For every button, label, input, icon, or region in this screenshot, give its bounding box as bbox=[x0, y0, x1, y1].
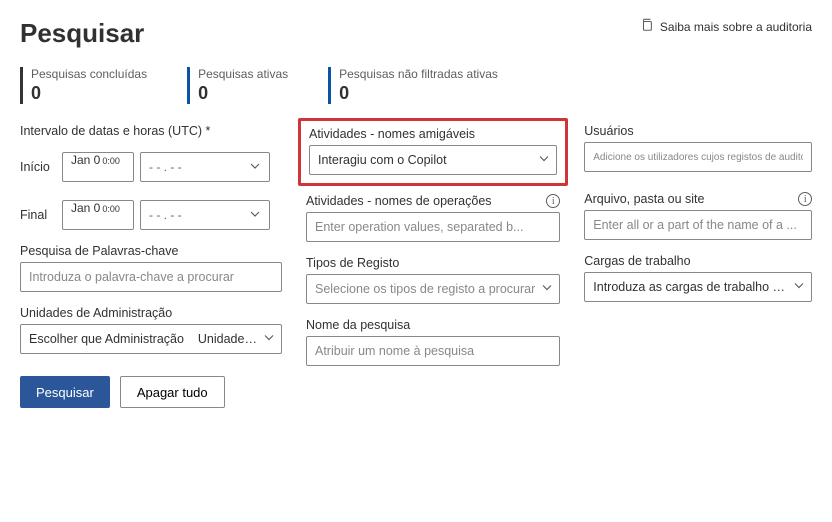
end-time-select[interactable]: - - . - - bbox=[140, 200, 270, 230]
activities-ops-input[interactable] bbox=[306, 212, 560, 242]
stat-value: 0 bbox=[339, 83, 498, 104]
learn-more-link[interactable]: Saiba mais sobre a auditoria bbox=[640, 18, 812, 35]
learn-more-label: Saiba mais sobre a auditoria bbox=[660, 20, 812, 34]
stat-label: Pesquisas não filtradas ativas bbox=[339, 67, 498, 81]
workloads-label: Cargas de trabalho bbox=[584, 254, 812, 268]
info-icon[interactable]: i bbox=[546, 194, 560, 208]
file-label: Arquivo, pasta ou site bbox=[584, 192, 704, 206]
chevron-down-icon bbox=[793, 280, 805, 295]
stat-completed: Pesquisas concluídas 0 bbox=[20, 67, 147, 104]
stat-unfiltered: Pesquisas não filtradas ativas 0 bbox=[328, 67, 498, 104]
stat-label: Pesquisas concluídas bbox=[31, 67, 147, 81]
workloads-select[interactable]: Introduza as cargas de trabalho a procur… bbox=[584, 272, 812, 302]
stat-value: 0 bbox=[31, 83, 147, 104]
search-name-input[interactable] bbox=[306, 336, 560, 366]
stat-label: Pesquisas ativas bbox=[198, 67, 288, 81]
start-label: Início bbox=[20, 160, 56, 174]
activities-friendly-label: Atividades - nomes amigáveis bbox=[309, 127, 557, 141]
stat-active: Pesquisas ativas 0 bbox=[187, 67, 288, 104]
chevron-down-icon bbox=[249, 208, 261, 223]
search-name-label: Nome da pesquisa bbox=[306, 318, 560, 332]
stat-value: 0 bbox=[198, 83, 288, 104]
start-time-select[interactable]: - - . - - bbox=[140, 152, 270, 182]
file-input[interactable] bbox=[584, 210, 812, 240]
users-input[interactable] bbox=[584, 142, 812, 172]
stats-row: Pesquisas concluídas 0 Pesquisas ativas … bbox=[20, 67, 812, 104]
users-label: Usuários bbox=[584, 124, 812, 138]
clear-all-button[interactable]: Apagar tudo bbox=[120, 376, 225, 408]
chevron-down-icon bbox=[541, 282, 553, 297]
end-date-input[interactable]: Jan 00:00 bbox=[62, 200, 134, 230]
highlighted-activities-section: Atividades - nomes amigáveis Interagiu c… bbox=[298, 118, 568, 186]
date-range-label: Intervalo de datas e horas (UTC) * bbox=[20, 124, 282, 138]
chevron-down-icon bbox=[263, 332, 275, 347]
keyword-input[interactable] bbox=[20, 262, 282, 292]
activities-ops-label: Atividades - nomes de operações bbox=[306, 194, 492, 208]
page-title: Pesquisar bbox=[20, 18, 144, 49]
admin-units-select[interactable]: Escolher que Administração Unidades para bbox=[20, 324, 282, 354]
chevron-down-icon bbox=[538, 153, 550, 168]
activities-friendly-value: Interagiu com o Copilot bbox=[318, 153, 532, 167]
record-types-label: Tipos de Registo bbox=[306, 256, 560, 270]
chevron-down-icon bbox=[249, 160, 261, 175]
record-types-select[interactable]: Selecione os tipos de registo a procurar bbox=[306, 274, 560, 304]
activities-friendly-select[interactable]: Interagiu com o Copilot bbox=[309, 145, 557, 175]
copy-icon bbox=[640, 18, 654, 35]
admin-units-label: Unidades de Administração bbox=[20, 306, 282, 320]
search-button[interactable]: Pesquisar bbox=[20, 376, 110, 408]
start-date-input[interactable]: Jan 00:00 bbox=[62, 152, 134, 182]
end-label: Final bbox=[20, 208, 56, 222]
info-icon[interactable]: i bbox=[798, 192, 812, 206]
keyword-label: Pesquisa de Palavras-chave bbox=[20, 244, 282, 258]
